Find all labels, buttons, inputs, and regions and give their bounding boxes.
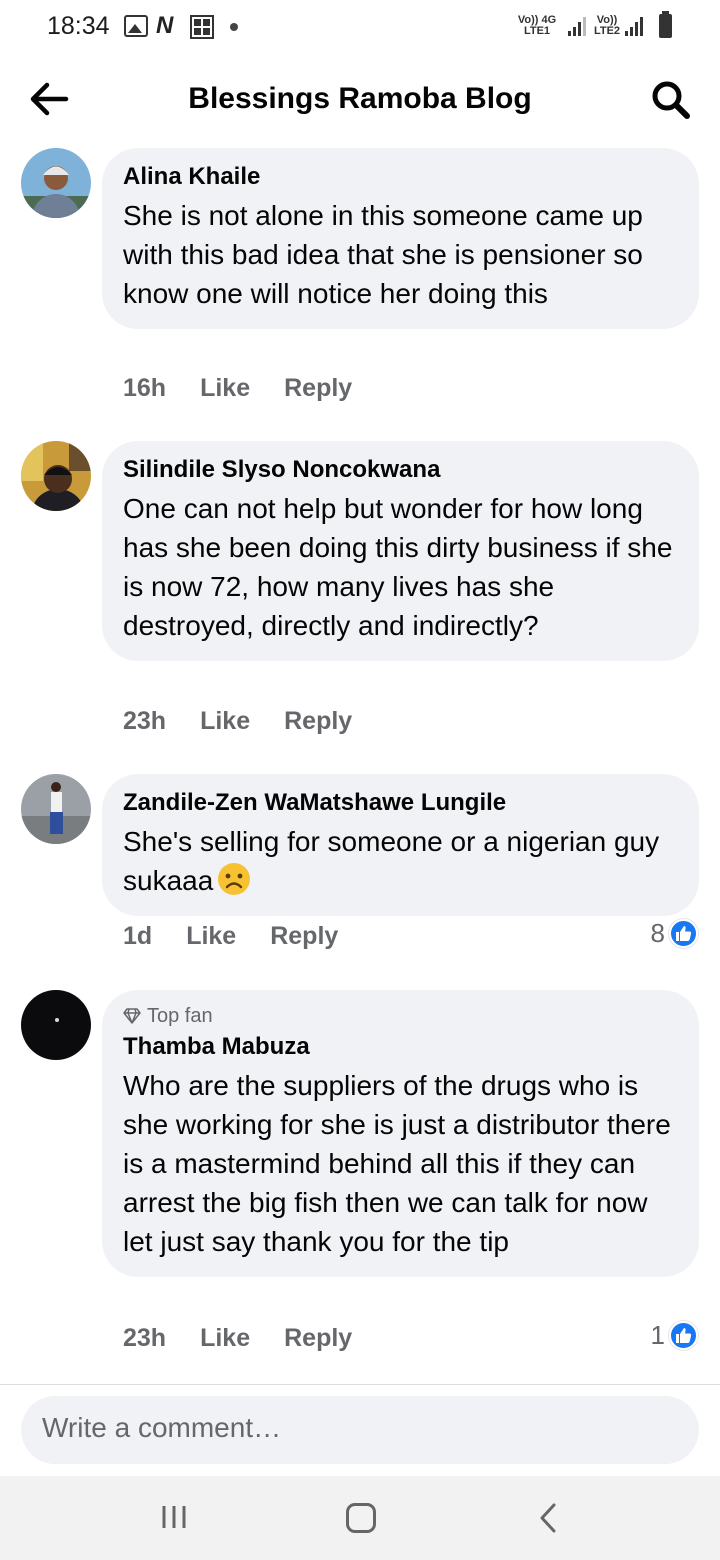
reply-button[interactable]: Reply <box>284 1324 352 1353</box>
comment-timestamp[interactable]: 23h <box>123 1324 166 1353</box>
comment-composer[interactable]: Write a comment… <box>21 1396 699 1464</box>
recent-apps-icon[interactable] <box>160 1503 188 1531</box>
top-fan-badge: Top fan <box>123 1004 679 1028</box>
search-icon[interactable] <box>649 78 693 122</box>
battery-icon <box>659 11 672 38</box>
comment-text: One can not help but wonder for how long… <box>123 493 673 641</box>
app-notification-icon <box>190 15 214 39</box>
like-button[interactable]: Like <box>186 922 236 951</box>
like-button[interactable]: Like <box>200 707 250 736</box>
chevron-left-icon[interactable] <box>535 1501 561 1535</box>
comment-timestamp[interactable]: 23h <box>123 707 166 736</box>
status-bar: 18:34 N Vo)) 4G LTE1 Vo)) LTE2 <box>0 0 720 56</box>
comment-actions: 23h Like Reply <box>123 707 386 736</box>
comment-timestamp[interactable]: 16h <box>123 374 166 403</box>
reaction-count: 1 <box>650 1320 665 1350</box>
gallery-notification-icon <box>124 15 148 37</box>
system-nav-bar <box>0 1476 720 1560</box>
comment-author[interactable]: Silindile Slyso Noncokwana <box>123 455 679 485</box>
reaction-summary[interactable]: 1 <box>651 1320 698 1351</box>
diamond-icon <box>123 1008 141 1024</box>
comment-text: Who are the suppliers of the drugs who i… <box>123 1070 671 1257</box>
comment-author[interactable]: Zandile-Zen WaMatshawe Lungile <box>123 788 679 818</box>
sim1-signal-icon <box>568 16 588 36</box>
comment-actions: 1d Like Reply <box>123 922 372 951</box>
comment-bubble[interactable]: Alina Khaile She is not alone in this so… <box>102 148 699 329</box>
avatar[interactable] <box>21 441 91 511</box>
sad-face-emoji-icon <box>218 863 251 895</box>
reply-button[interactable]: Reply <box>270 922 338 951</box>
thumbs-up-icon <box>669 919 698 948</box>
thumbs-up-icon <box>669 1321 698 1350</box>
avatar[interactable] <box>21 148 91 218</box>
composer-divider <box>0 1384 720 1385</box>
sim2-network-label: Vo)) LTE2 <box>593 14 621 37</box>
like-button[interactable]: Like <box>200 1324 250 1353</box>
comment-input[interactable]: Write a comment… <box>42 1412 281 1444</box>
app-header: Blessings Ramoba Blog <box>0 60 720 140</box>
comment-author[interactable]: Alina Khaile <box>123 162 679 192</box>
comment-author[interactable]: Thamba Mabuza <box>123 1032 679 1062</box>
avatar[interactable] <box>21 990 91 1060</box>
reaction-count: 8 <box>650 918 665 948</box>
comment-bubble[interactable]: Silindile Slyso Noncokwana One can not h… <box>102 441 699 661</box>
reply-button[interactable]: Reply <box>284 374 352 403</box>
comment-text: She is not alone in this someone came up… <box>123 200 643 309</box>
comment-actions: 23h Like Reply <box>123 1324 386 1353</box>
comment-bubble[interactable]: Zandile-Zen WaMatshawe Lungile She's sel… <box>102 774 699 916</box>
sim1-network-label: Vo)) 4G LTE1 <box>517 14 557 37</box>
comment-actions: 16h Like Reply <box>123 374 386 403</box>
comment-text: She's selling for someone or a nigerian … <box>123 826 660 896</box>
page-title: Blessings Ramoba Blog <box>188 82 532 115</box>
comment-bubble[interactable]: Top fan Thamba Mabuza Who are the suppli… <box>102 990 699 1277</box>
sim2-signal-icon <box>625 16 645 36</box>
more-notifications-dot-icon <box>230 23 238 31</box>
n-notification-icon: N <box>156 12 174 39</box>
home-icon[interactable] <box>346 1503 376 1533</box>
avatar[interactable] <box>21 774 91 844</box>
status-time: 18:34 <box>47 12 110 40</box>
reply-button[interactable]: Reply <box>284 707 352 736</box>
reaction-summary[interactable]: 8 <box>651 918 698 949</box>
comment-timestamp[interactable]: 1d <box>123 922 152 951</box>
like-button[interactable]: Like <box>200 374 250 403</box>
